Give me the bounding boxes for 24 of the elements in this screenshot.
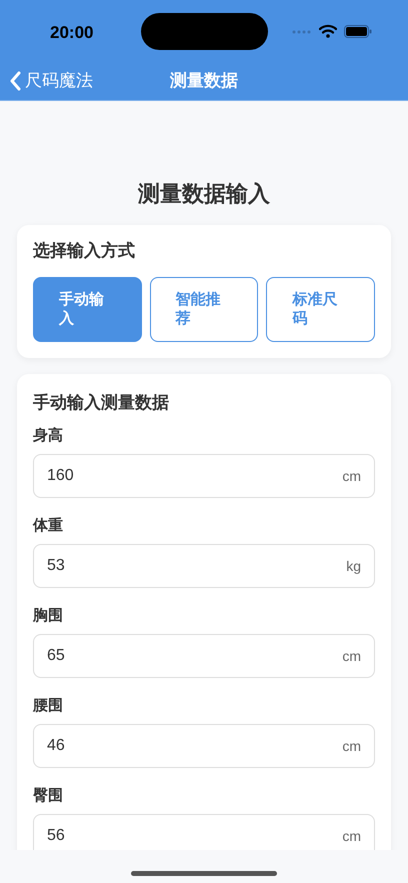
field-label: 胸围 [33,607,64,625]
unit-label: cm [342,736,361,756]
field-label: 腰围 [33,697,64,715]
page-title: 测量数据输入 [136,180,271,208]
input-field[interactable]: 160 cm [33,454,375,498]
battery-icon [344,25,372,38]
card-title: 选择输入方式 [33,240,136,262]
nav-title: 测量数据 [170,70,238,92]
unit-label: cm [342,826,361,846]
unit-label: cm [342,466,361,486]
signal-icon [292,30,312,34]
input-field[interactable]: 53 kg [33,544,375,588]
input-field[interactable]: 46 cm [33,724,375,768]
input-field[interactable]: 65 cm [33,634,375,678]
card-title: 手动输入测量数据 [33,392,170,414]
wifi-icon [319,24,337,38]
input-field[interactable]: 56 cm [33,814,375,850]
back-chevron-icon [9,70,21,91]
unit-label: cm [342,646,361,666]
status-time: 20:00 [50,22,94,44]
field-label: 臀围 [33,787,64,805]
field-label: 体重 [33,517,64,535]
unit-label: kg [346,556,361,576]
field-label: 身高 [33,427,64,445]
